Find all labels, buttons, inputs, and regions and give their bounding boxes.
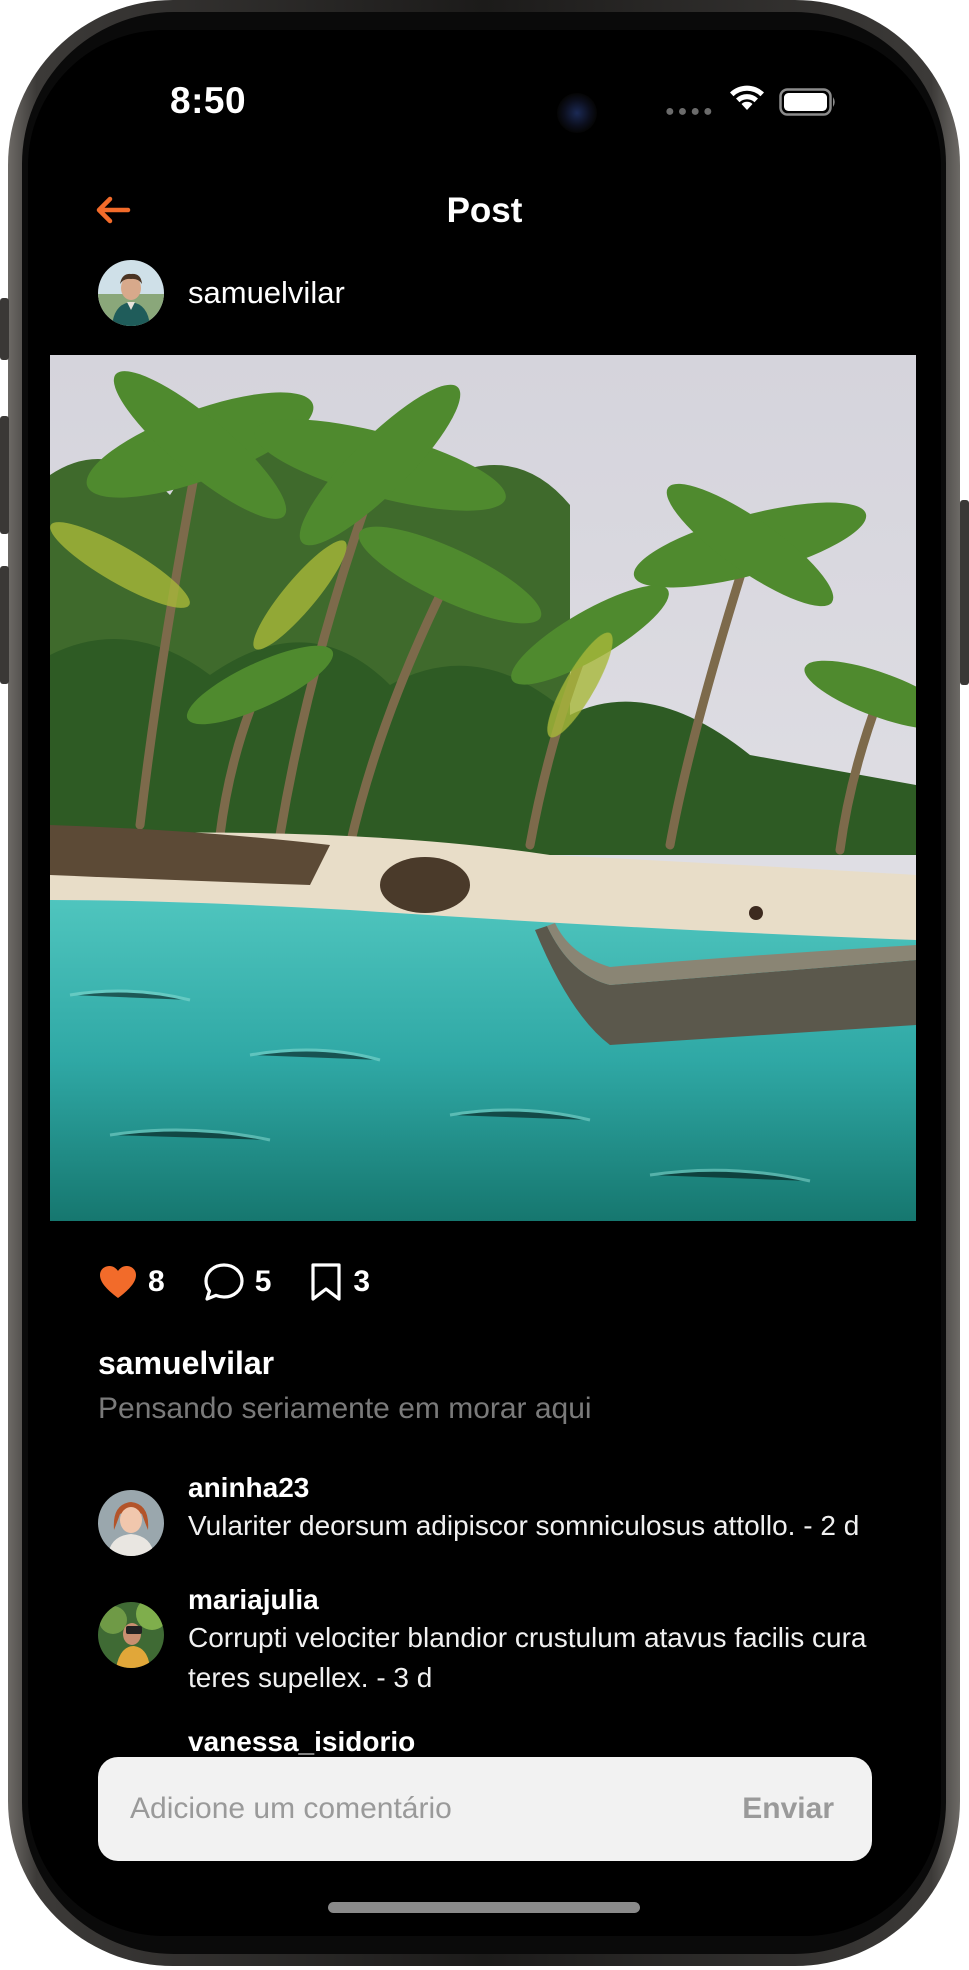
post-actions: 8 5 3 [98,1258,408,1306]
comment-username[interactable]: vanessa_isidorio [188,1724,888,1760]
camera-icon [557,93,597,133]
comment-username[interactable]: aninha23 [188,1470,888,1506]
saves-count: 3 [353,1265,371,1298]
likes-count: 8 [148,1265,165,1298]
caption-text: Pensando seriamente em morar aqui [98,1392,592,1425]
comment-bubble-icon [204,1263,244,1301]
wifi-icon [730,85,764,110]
author-name[interactable]: samuelvilar [188,275,345,311]
status-time: 8:50 [170,80,247,121]
comment-item: vanessa_isidorio [98,1724,888,1760]
bookmark-icon [311,1263,341,1301]
signal-dots-icon: ●●●● [665,103,716,120]
comment-item: aninha23 Vulariter deorsum adipiscor som… [98,1470,888,1556]
volume-down-button [0,566,9,684]
screen: 8:50 ●●●● Post samuelvilar 8 5 3 samuelv… [28,30,941,1936]
comment-body: vanessa_isidorio [188,1724,888,1760]
comment-username[interactable]: mariajulia [188,1582,888,1618]
post-author[interactable]: samuelvilar [98,258,345,328]
nav-bar: Post [28,155,941,235]
comments-list: aninha23 Vulariter deorsum adipiscor som… [98,1470,888,1760]
comment-input[interactable] [98,1756,737,1862]
comment-button[interactable]: 5 [203,1262,272,1302]
home-indicator[interactable] [328,1902,640,1913]
comments-count: 5 [254,1265,272,1298]
comment-item: mariajulia Corrupti velociter blandior c… [98,1582,888,1698]
comment-composer: Enviar [98,1756,872,1862]
author-avatar[interactable] [98,260,164,326]
beach-photo [50,355,916,1221]
comment-body: mariajulia Corrupti velociter blandior c… [188,1582,888,1698]
volume-up-button [0,416,9,534]
save-button[interactable]: 3 [309,1262,370,1302]
comment-avatar[interactable] [98,1602,164,1668]
caption-username[interactable]: samuelvilar [98,1345,274,1382]
comment-text: Vulariter deorsum adipiscor somniculosus… [188,1510,860,1541]
power-button [960,500,969,685]
heart-icon [100,1266,136,1298]
page-title: Post [446,191,523,230]
comment-body: aninha23 Vulariter deorsum adipiscor som… [188,1470,888,1556]
like-button[interactable]: 8 [98,1264,165,1300]
comment-text: Corrupti velociter blandior crustulum at… [188,1622,867,1693]
comment-avatar[interactable] [98,1490,164,1556]
post-image[interactable] [50,355,916,1221]
action-button [0,298,9,360]
status-bar: 8:50 ●●●● [28,30,941,162]
battery-icon [779,88,835,116]
send-button[interactable]: Enviar [736,1791,840,1827]
